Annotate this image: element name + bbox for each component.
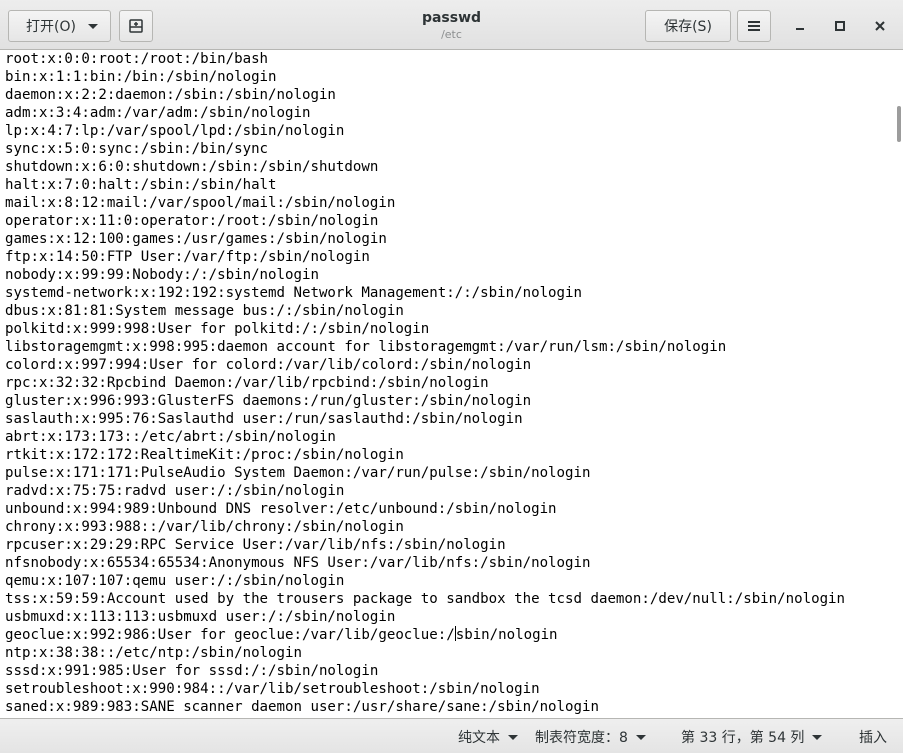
open-button[interactable]: 打开(O) xyxy=(8,10,111,42)
vertical-scrollbar[interactable] xyxy=(897,106,901,142)
hamburger-menu-icon xyxy=(748,21,760,31)
text-line[interactable]: daemon:x:2:2:daemon:/sbin:/sbin/nologin xyxy=(0,86,903,104)
text-line[interactable]: sync:x:5:0:sync:/sbin:/bin/sync xyxy=(0,140,903,158)
text-editor[interactable]: root:x:0:0:root:/root:/bin/bash bin:x:1:1… xyxy=(0,50,903,718)
tab-width-label: 制表符宽度：8 xyxy=(535,730,628,746)
text-line[interactable]: dbus:x:81:81:System message bus:/:/sbin/… xyxy=(0,302,903,320)
text-line[interactable]: adm:x:3:4:adm:/var/adm:/sbin/nologin xyxy=(0,104,903,122)
save-button[interactable]: 保存(S) xyxy=(645,10,731,42)
text-line[interactable]: radvd:x:75:75:radvd user:/:/sbin/nologin xyxy=(0,482,903,500)
text-cursor xyxy=(454,626,456,641)
text-line[interactable]: pulse:x:171:171:PulseAudio System Daemon… xyxy=(0,464,903,482)
text-line[interactable]: chrony:x:993:988::/var/lib/chrony:/sbin/… xyxy=(0,518,903,536)
text-line[interactable]: games:x:12:100:games:/usr/games:/sbin/no… xyxy=(0,230,903,248)
insert-mode-indicator: 插入 xyxy=(859,727,887,747)
text-line[interactable]: geoclue:x:992:986:User for geoclue:/var/… xyxy=(0,626,903,644)
language-selector[interactable]: 纯文本 xyxy=(458,727,518,747)
text-line[interactable]: rpcuser:x:29:29:RPC Service User:/var/li… xyxy=(0,536,903,554)
save-button-label: 保存(S) xyxy=(664,19,712,35)
text-line[interactable]: root:x:0:0:root:/root:/bin/bash xyxy=(0,50,903,68)
text-line[interactable]: systemd-network:x:192:192:systemd Networ… xyxy=(0,284,903,302)
menu-button[interactable] xyxy=(737,10,771,42)
text-line[interactable]: polkitd:x:999:998:User for polkitd:/:/sb… xyxy=(0,320,903,338)
text-line[interactable]: usbmuxd:x:113:113:usbmuxd user:/:/sbin/n… xyxy=(0,608,903,626)
text-line[interactable]: lp:x:4:7:lp:/var/spool/lpd:/sbin/nologin xyxy=(0,122,903,140)
chevron-down-icon xyxy=(88,24,98,29)
new-document-icon xyxy=(129,19,143,33)
status-bar: 纯文本 制表符宽度：8 第 33 行，第 54 列 插入 xyxy=(0,718,903,753)
text-line[interactable]: saslauth:x:995:76:Saslauthd user:/run/sa… xyxy=(0,410,903,428)
cursor-position-label: 第 33 行，第 54 列 xyxy=(681,730,805,746)
window-title: passwd xyxy=(421,10,482,26)
text-line[interactable]: sssd:x:991:985:User for sssd:/:/sbin/nol… xyxy=(0,662,903,680)
text-line[interactable]: nobody:x:99:99:Nobody:/:/sbin/nologin xyxy=(0,266,903,284)
text-line[interactable]: halt:x:7:0:halt:/sbin:/sbin/halt xyxy=(0,176,903,194)
text-line[interactable]: colord:x:997:994:User for colord:/var/li… xyxy=(0,356,903,374)
text-line[interactable]: ftp:x:14:50:FTP User:/var/ftp:/sbin/nolo… xyxy=(0,248,903,266)
header-bar: 打开(O) passwd /etc 保存(S) xyxy=(0,0,903,50)
text-line[interactable]: nfsnobody:x:65534:65534:Anonymous NFS Us… xyxy=(0,554,903,572)
language-label: 纯文本 xyxy=(458,730,500,746)
minimize-icon xyxy=(796,28,804,30)
maximize-button[interactable] xyxy=(826,12,854,40)
text-line[interactable]: bin:x:1:1:bin:/bin:/sbin/nologin xyxy=(0,68,903,86)
text-line[interactable]: mail:x:8:12:mail:/var/spool/mail:/sbin/n… xyxy=(0,194,903,212)
open-button-label: 打开(O) xyxy=(26,19,76,35)
close-button[interactable] xyxy=(866,12,894,40)
text-line[interactable]: rpc:x:32:32:Rpcbind Daemon:/var/lib/rpcb… xyxy=(0,374,903,392)
chevron-down-icon xyxy=(812,734,823,740)
close-icon xyxy=(875,21,885,31)
text-line[interactable]: libstoragemgmt:x:998:995:daemon account … xyxy=(0,338,903,356)
text-line[interactable]: tss:x:59:59:Account used by the trousers… xyxy=(0,590,903,608)
minimize-button[interactable] xyxy=(786,12,814,40)
text-line[interactable]: qemu:x:107:107:qemu user:/:/sbin/nologin xyxy=(0,572,903,590)
text-lines: root:x:0:0:root:/root:/bin/bash bin:x:1:1… xyxy=(0,50,903,716)
text-line[interactable]: rtkit:x:172:172:RealtimeKit:/proc:/sbin/… xyxy=(0,446,903,464)
new-document-button[interactable] xyxy=(119,10,153,42)
chevron-down-icon xyxy=(635,734,646,740)
text-line[interactable]: shutdown:x:6:0:shutdown:/sbin:/sbin/shut… xyxy=(0,158,903,176)
text-line[interactable]: abrt:x:173:173::/etc/abrt:/sbin/nologin xyxy=(0,428,903,446)
cursor-position-selector[interactable]: 第 33 行，第 54 列 xyxy=(681,727,823,747)
tab-width-selector[interactable]: 制表符宽度：8 xyxy=(535,727,646,747)
text-line[interactable]: saned:x:989:983:SANE scanner daemon user… xyxy=(0,698,903,716)
chevron-down-icon xyxy=(508,734,518,740)
text-line[interactable]: unbound:x:994:989:Unbound DNS resolver:/… xyxy=(0,500,903,518)
text-line[interactable]: setroubleshoot:x:990:984::/var/lib/setro… xyxy=(0,680,903,698)
title-box: passwd /etc xyxy=(300,9,603,43)
window-subtitle: /etc xyxy=(441,28,462,41)
text-line[interactable]: gluster:x:996:993:GlusterFS daemons:/run… xyxy=(0,392,903,410)
insert-mode-label: 插入 xyxy=(859,730,887,746)
text-line[interactable]: operator:x:11:0:operator:/root:/sbin/nol… xyxy=(0,212,903,230)
maximize-icon xyxy=(835,21,845,31)
text-line[interactable]: ntp:x:38:38::/etc/ntp:/sbin/nologin xyxy=(0,644,903,662)
